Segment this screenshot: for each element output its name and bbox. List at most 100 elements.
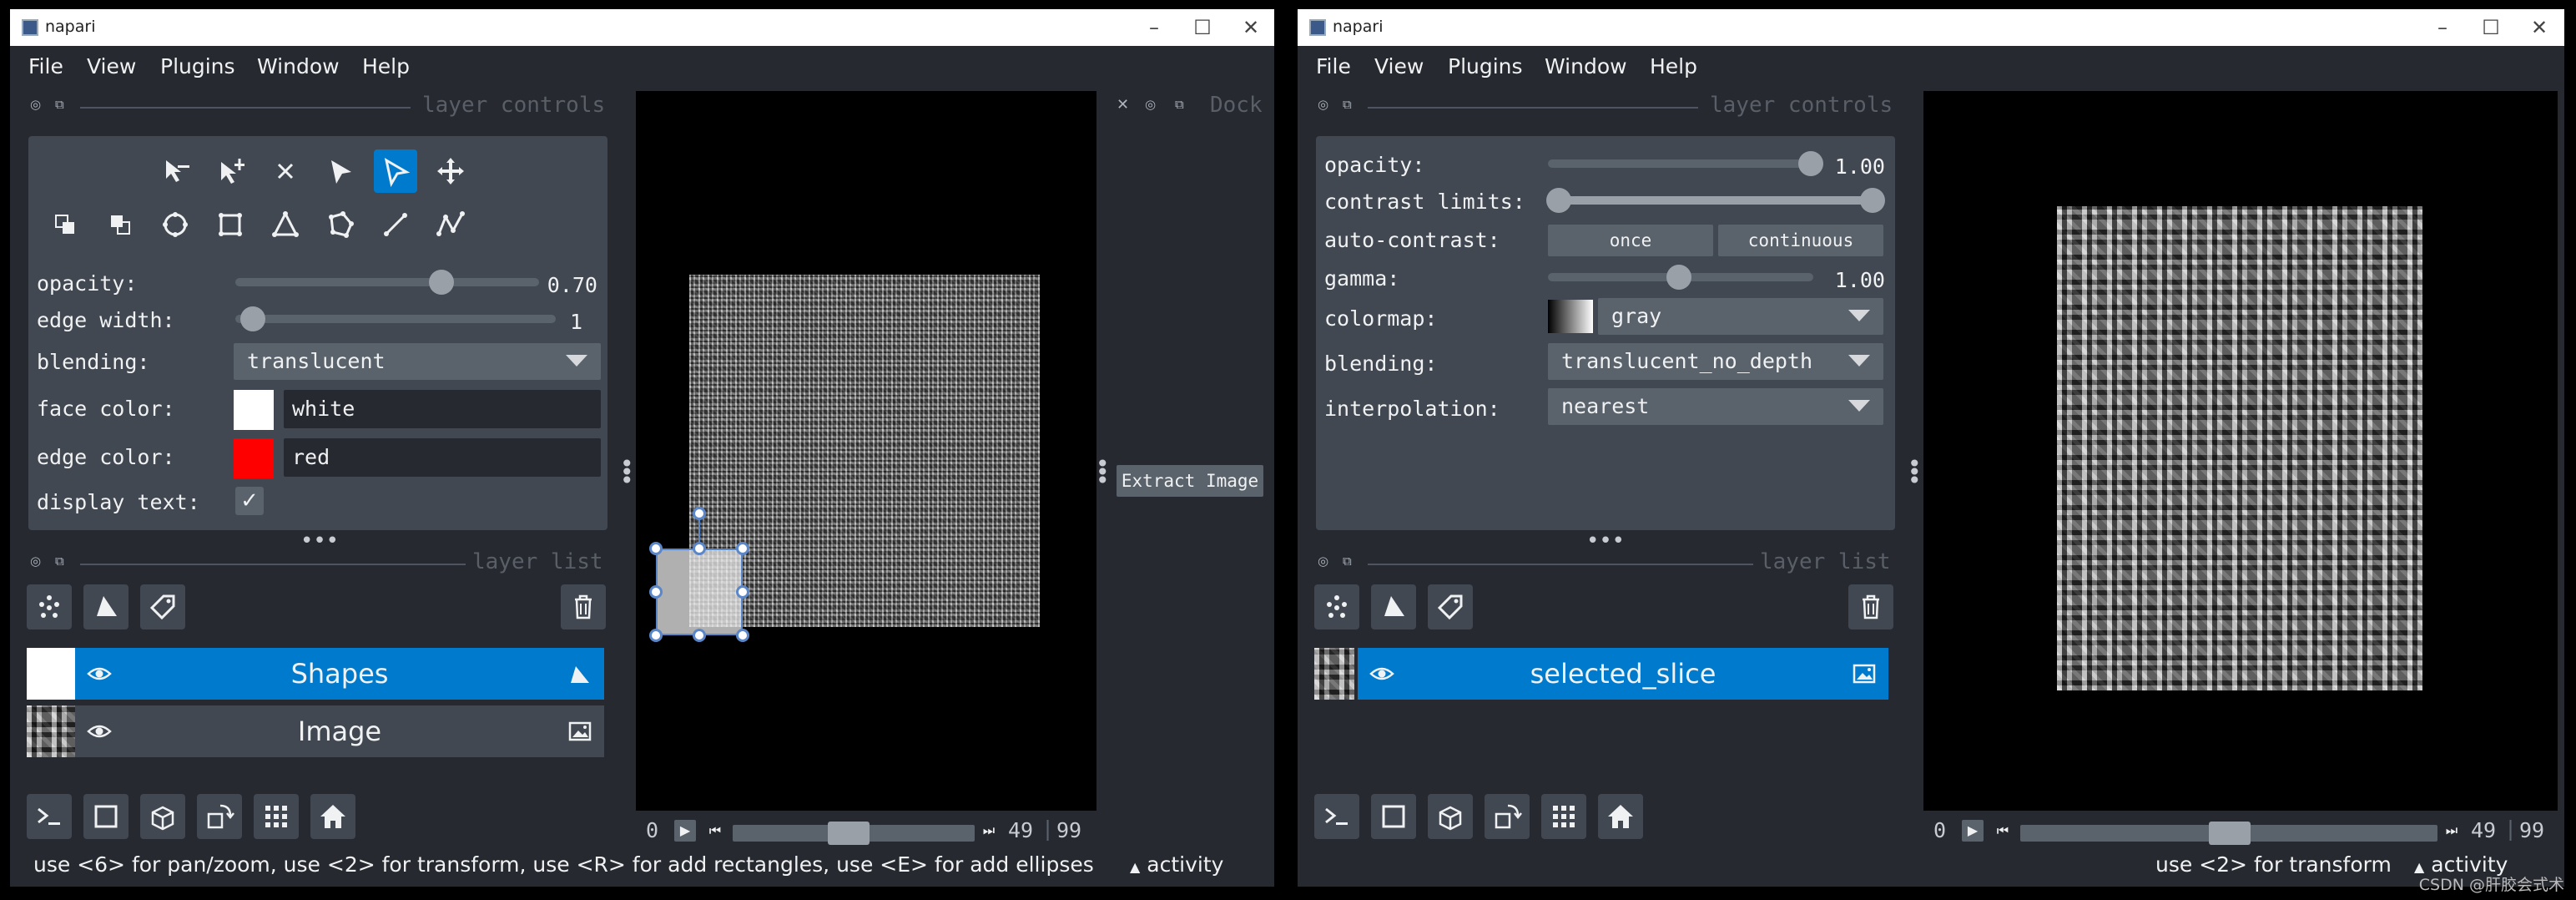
splitter-handle[interactable]: ••• <box>300 528 339 554</box>
menu-view[interactable]: View <box>1374 54 1424 78</box>
colormap-dropdown[interactable]: gray <box>1598 298 1883 335</box>
menu-view[interactable]: View <box>87 54 136 78</box>
blending-dropdown[interactable]: translucent_no_depth <box>1548 343 1883 380</box>
menu-file[interactable]: File <box>1316 54 1351 78</box>
new-shapes-layer-button[interactable] <box>1371 584 1416 629</box>
delete-layer-button[interactable] <box>1848 584 1893 629</box>
toggle-ndisplay-button[interactable] <box>1371 794 1416 839</box>
console-button[interactable] <box>27 794 72 839</box>
undock-icon[interactable]: ⧉ <box>1175 97 1184 112</box>
roll-dimensions-button[interactable] <box>140 794 185 839</box>
opacity-slider-handle[interactable] <box>429 270 454 295</box>
add-line-button[interactable] <box>374 203 417 246</box>
layer-row-shapes[interactable]: Shapes <box>27 648 604 700</box>
direct-select-button[interactable] <box>319 149 362 193</box>
step-back-button[interactable]: ⏮ <box>704 820 726 842</box>
dims-slider-thumb[interactable] <box>2209 822 2251 845</box>
resize-handle[interactable] <box>693 629 706 642</box>
move-front-button[interactable] <box>43 203 87 246</box>
layer-row-body[interactable]: Image <box>75 705 604 757</box>
resize-handle[interactable] <box>649 585 663 599</box>
add-vertex-button[interactable] <box>209 149 252 193</box>
maximize-icon[interactable]: ☐ <box>2476 13 2506 43</box>
selected-rectangle-shape[interactable] <box>656 549 743 635</box>
contrast-min-handle[interactable] <box>1546 188 1571 213</box>
new-labels-layer-button[interactable] <box>1428 584 1473 629</box>
home-button[interactable] <box>1598 794 1643 839</box>
pan-zoom-button[interactable] <box>429 149 472 193</box>
contrast-max-handle[interactable] <box>1860 188 1885 213</box>
menu-window[interactable]: Window <box>1545 54 1627 78</box>
minimize-icon[interactable]: – <box>1139 13 1169 43</box>
splitter-handle[interactable]: ••• <box>1096 453 1110 493</box>
opacity-slider[interactable] <box>1548 159 1818 168</box>
float-icon[interactable]: ◎ <box>1145 97 1156 112</box>
transpose-button[interactable] <box>1485 794 1530 839</box>
splitter-handle[interactable]: ••• <box>620 453 634 493</box>
menu-help[interactable]: Help <box>1650 54 1697 78</box>
layer-row-selected-slice[interactable]: selected_slice <box>1314 648 1888 700</box>
close-icon[interactable]: ✕ <box>1236 13 1266 43</box>
edge-width-slider-handle[interactable] <box>240 306 265 331</box>
viewer-canvas[interactable] <box>1923 91 2558 811</box>
undock-icon[interactable]: ⧉ <box>1343 554 1352 569</box>
face-color-swatch[interactable] <box>234 390 274 430</box>
auto-contrast-once-button[interactable]: once <box>1548 225 1713 256</box>
toggle-ndisplay-button[interactable] <box>83 794 129 839</box>
menu-file[interactable]: File <box>28 54 63 78</box>
roll-dimensions-button[interactable] <box>1428 794 1473 839</box>
float-icon[interactable]: ◎ <box>30 97 41 112</box>
delete-layer-button[interactable] <box>561 584 606 629</box>
undock-icon[interactable]: ⧉ <box>1343 97 1352 112</box>
layer-name[interactable]: selected_slice <box>1358 658 1888 690</box>
edge-color-swatch[interactable] <box>234 438 274 478</box>
layer-name[interactable]: Shapes <box>75 658 604 690</box>
splitter-handle[interactable]: ••• <box>1586 528 1625 554</box>
new-points-layer-button[interactable] <box>27 584 72 629</box>
step-back-button[interactable]: ⏮ <box>1992 820 2014 842</box>
resize-handle[interactable] <box>649 542 663 555</box>
display-text-checkbox[interactable]: ✓ <box>235 487 264 515</box>
resize-handle[interactable] <box>736 585 749 599</box>
new-labels-layer-button[interactable] <box>140 584 185 629</box>
menu-plugins[interactable]: Plugins <box>160 54 235 78</box>
select-shapes-button[interactable] <box>374 149 417 193</box>
new-points-layer-button[interactable] <box>1314 584 1359 629</box>
play-button[interactable]: ▶ <box>674 820 696 842</box>
transpose-button[interactable] <box>197 794 242 839</box>
resize-handle[interactable] <box>736 542 749 555</box>
layer-row-body[interactable]: Shapes <box>75 648 604 700</box>
viewer-canvas[interactable] <box>636 91 1096 811</box>
menu-plugins[interactable]: Plugins <box>1448 54 1523 78</box>
move-back-button[interactable] <box>98 203 142 246</box>
edge-width-slider[interactable] <box>235 315 556 323</box>
title-bar[interactable]: napari – ☐ ✕ <box>10 9 1274 46</box>
add-polygon-button[interactable] <box>319 203 362 246</box>
grid-view-button[interactable] <box>254 794 299 839</box>
add-triangle-button[interactable] <box>264 203 307 246</box>
dims-current[interactable]: 49 <box>2471 818 2496 842</box>
splitter-handle[interactable]: ••• <box>1908 453 1922 493</box>
grid-view-button[interactable] <box>1541 794 1586 839</box>
extract-image-button[interactable]: Extract Image <box>1117 465 1263 497</box>
step-forward-button[interactable]: ⏭ <box>2441 820 2463 842</box>
activity-toggle[interactable]: ▲ activity <box>1130 852 1223 877</box>
layer-row-body[interactable]: selected_slice <box>1358 648 1888 700</box>
dims-slider-thumb[interactable] <box>828 822 870 845</box>
play-button[interactable]: ▶ <box>1962 820 1984 842</box>
float-icon[interactable]: ◎ <box>1318 554 1328 569</box>
resize-handle[interactable] <box>693 542 706 555</box>
delete-shape-button[interactable] <box>264 149 307 193</box>
maximize-icon[interactable]: ☐ <box>1187 13 1217 43</box>
auto-contrast-continuous-button[interactable]: continuous <box>1718 225 1883 256</box>
title-bar[interactable]: napari – ☐ ✕ <box>1298 9 2564 46</box>
add-ellipse-button[interactable] <box>154 203 197 246</box>
new-shapes-layer-button[interactable] <box>83 584 129 629</box>
gamma-slider-handle[interactable] <box>1666 265 1691 290</box>
menu-help[interactable]: Help <box>362 54 410 78</box>
add-path-button[interactable] <box>429 203 472 246</box>
contrast-limits-slider[interactable] <box>1548 196 1878 205</box>
layer-name[interactable]: Image <box>75 715 604 747</box>
blending-dropdown[interactable]: translucent <box>234 343 601 380</box>
dims-current[interactable]: 49 <box>1008 818 1033 842</box>
